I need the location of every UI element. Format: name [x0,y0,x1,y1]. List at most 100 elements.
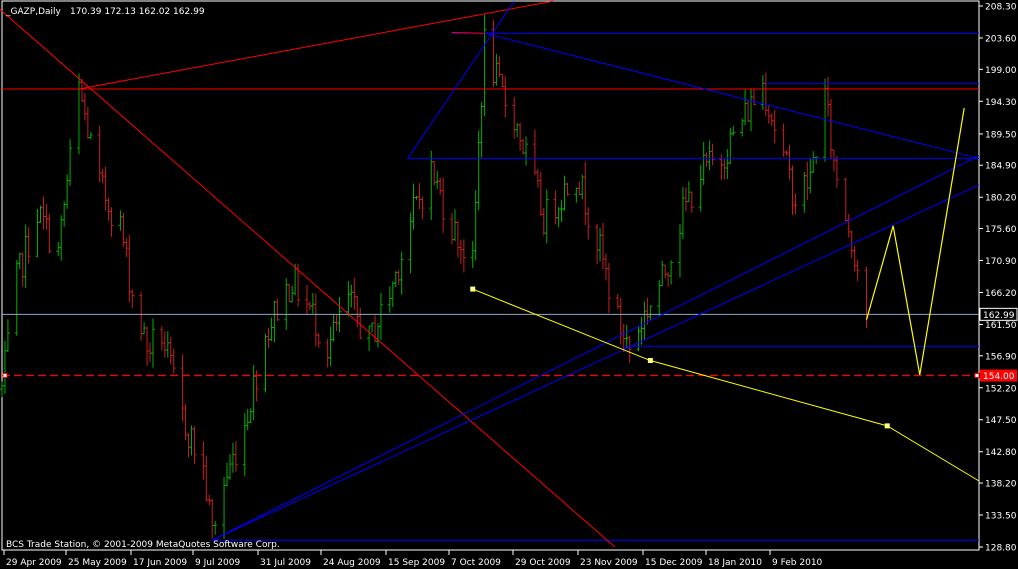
price-bar [180,354,185,422]
price-bar [746,100,751,123]
price-bar [606,263,611,313]
price-bar [233,441,238,472]
price-bar [811,151,816,173]
yellow-anchor-point[interactable] [884,423,890,429]
y-tick-label: 147.50 [985,416,1017,426]
price-bar [725,149,730,179]
price-bar [390,281,395,308]
yellow-anchor-point[interactable] [647,358,653,364]
price-bar [396,269,401,285]
price-bar [414,195,419,200]
price-bar [14,260,19,336]
price-bar [118,210,123,231]
price-bar [263,333,268,393]
x-tick-label: 15 Sep 2009 [388,558,445,568]
price-bar [482,14,487,117]
price-bar [556,207,561,228]
price-bar [150,318,155,368]
price-bar [503,76,508,118]
level-marker-right [974,373,980,379]
price-bar [618,297,623,345]
price-bar [304,285,309,315]
price-bar [2,340,7,394]
red-fan-line [452,32,485,34]
y-tick-label: 203.60 [985,34,1017,44]
y-tick-label: 156.90 [985,352,1017,362]
price-bar [624,324,629,349]
price-bar [562,175,567,211]
price-bar [313,293,318,347]
price-bar [109,207,114,237]
x-tick-label: 29 Oct 2009 [515,558,571,568]
price-bar [420,196,425,220]
price-bar [88,131,93,140]
price-bar [538,171,543,216]
price-bar [627,335,632,363]
price-bar [461,239,466,273]
level-marker-left [2,373,8,379]
x-tick-label: 7 Oct 2009 [451,558,501,568]
price-bar [251,364,256,421]
y-tick-label: 184.90 [985,162,1017,172]
price-bar [269,317,274,342]
price-bar [0,381,4,398]
price-bar [595,223,600,264]
price-bar [494,53,499,86]
price-bar [689,191,694,213]
price-bar [707,140,712,171]
price-bar [210,498,215,539]
price-bar [275,298,280,322]
price-bar [601,222,606,270]
yellow-anchor-point[interactable] [470,286,476,292]
y-axis: 208.30 203.60 199.00 194.30 189.50 184.90 180.… [979,3,1018,554]
price-bar [62,201,67,227]
price-bar [704,152,709,167]
price-bar [20,252,25,287]
y-tick-label: 161.50 [985,321,1017,331]
price-bar [349,284,354,308]
price-bar [686,181,691,202]
price-bar [535,169,540,188]
red-diagonal-down [0,8,616,548]
x-tick-label: 24 Aug 2009 [323,558,381,568]
price-bar [17,252,22,270]
price-bar [266,327,271,349]
x-tick-label: 17 Jun 2009 [133,558,187,568]
price-bar [793,193,798,215]
price-bar [35,208,40,258]
price-bar [586,207,591,240]
price-bar [500,73,505,88]
price-bar [316,333,321,348]
price-bar [642,301,647,341]
price-bar [375,323,380,348]
price-bar [148,342,153,363]
price-bar [660,260,665,287]
y-tick-label: 194.30 [985,98,1017,108]
x-axis: 29 Apr 2009 25 May 2009 17 Jun 2009 9 Jul 2… [3,550,823,568]
price-bar [165,331,170,358]
price-bar [245,408,250,431]
price-bar [722,158,727,180]
price-bar [186,432,191,458]
y-tick-label: 152.20 [985,384,1017,394]
price-bar [310,293,315,314]
price-bar [580,174,585,200]
price-chart[interactable]: 208.30 203.60 199.00 194.30 189.50 184.90 180.… [0,0,1018,569]
price-bar [787,144,792,180]
price-bar [225,462,230,487]
price-bar [284,278,289,330]
price-bar [254,370,259,402]
price-bar [683,187,688,212]
price-bar [162,331,167,358]
price-bar [272,300,277,343]
price-bar [41,196,46,230]
price-bar [222,476,227,539]
price-bar [56,241,61,256]
blue-top-down [484,32,980,159]
price-bar [760,75,765,110]
symbol-label: _GAZP,Daily [5,7,62,17]
price-bar [82,92,87,121]
current-price-label: 162.99 [983,311,1015,321]
price-bar [769,113,774,126]
x-tick-label: 18 Jan 2010 [708,558,762,568]
